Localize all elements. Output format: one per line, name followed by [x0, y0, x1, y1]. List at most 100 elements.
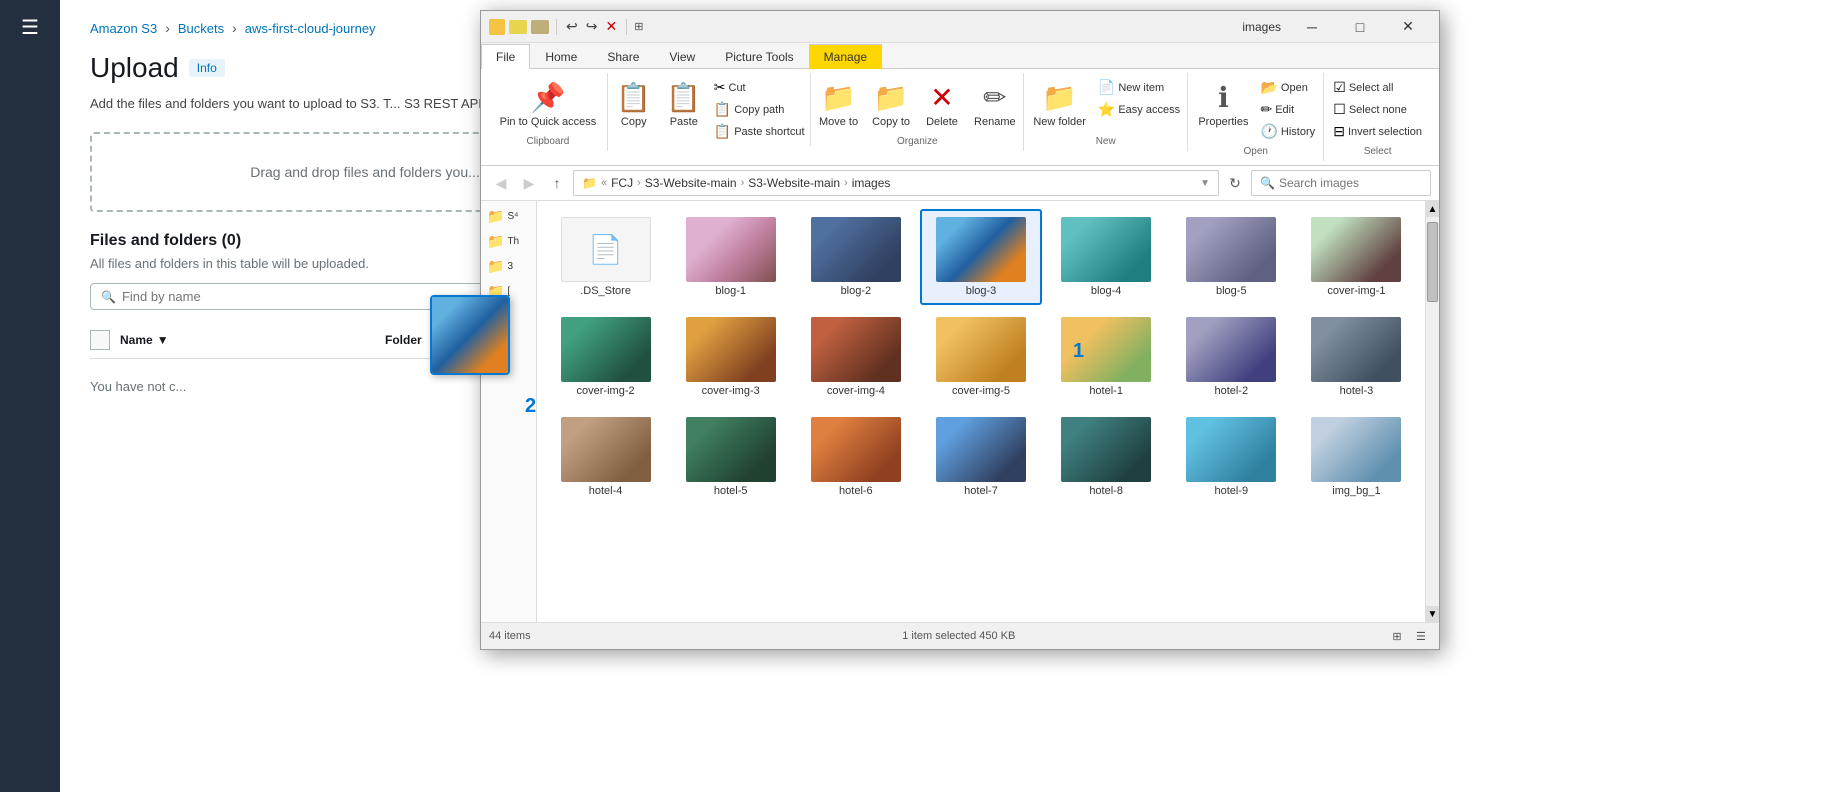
file-item-hotel-3[interactable]: hotel-3 [1296, 309, 1417, 405]
maximize-button[interactable]: □ [1337, 12, 1383, 42]
file-item-hotel-6[interactable]: hotel-6 [795, 409, 916, 505]
paste-button[interactable]: 📋 Paste [660, 77, 708, 132]
tab-picture-tools[interactable]: Picture Tools [710, 44, 808, 69]
properties-button[interactable]: ℹ Properties [1192, 77, 1254, 132]
select-none-button[interactable]: ☐ Select none [1329, 99, 1426, 120]
paste-shortcut-button[interactable]: 📋 Paste shortcut [710, 121, 809, 142]
new-col: 📄 New item ⭐ Easy access [1094, 77, 1184, 120]
path-images[interactable]: images [852, 176, 891, 190]
organize-buttons: 📁 Move to 📁 Copy to ✕ Delete ✏ Rename [813, 77, 1022, 132]
tab-home[interactable]: Home [530, 44, 592, 69]
open-buttons: ℹ Properties 📂 Open ✏ Edit 🕐 [1192, 77, 1319, 142]
undo-icon[interactable]: ↩ [564, 18, 580, 35]
file-thumb-cover-1 [1311, 217, 1401, 282]
list-view-button[interactable]: ⊞ [1387, 626, 1407, 646]
open-button[interactable]: 📂 Open [1256, 77, 1319, 98]
file-name-cover-2: cover-img-2 [577, 385, 635, 397]
breadcrumb-s3[interactable]: Amazon S3 [90, 21, 157, 36]
file-item-ds-store[interactable]: 📄 .DS_Store [545, 209, 666, 305]
scroll-track[interactable] [1426, 217, 1439, 606]
scroll-thumb[interactable] [1427, 222, 1438, 302]
new-item-icon: 📄 [1098, 79, 1115, 96]
file-item-hotel-5[interactable]: hotel-5 [670, 409, 791, 505]
ribbon-tabs: File Home Share View Picture Tools Manag… [481, 43, 1439, 69]
copy-button[interactable]: 📋 Copy [610, 77, 658, 132]
tab-file[interactable]: File [481, 44, 530, 69]
file-item-hotel-8[interactable]: hotel-8 [1046, 409, 1167, 505]
file-item-cover-2[interactable]: cover-img-2 [545, 309, 666, 405]
up-button[interactable]: ↑ [545, 171, 569, 195]
nav-item-s4[interactable]: 📁 S⁴ [483, 205, 534, 228]
move-to-button[interactable]: 📁 Move to [813, 77, 864, 132]
path-s3main-2[interactable]: S3-Website-main [748, 176, 840, 190]
copy-path-button[interactable]: 📋 Copy path [710, 99, 809, 120]
tab-view[interactable]: View [654, 44, 710, 69]
details-view-button[interactable]: ☰ [1411, 626, 1431, 646]
file-item-blog-2[interactable]: blog-2 [795, 209, 916, 305]
rename-button[interactable]: ✏ Rename [968, 77, 1022, 132]
invert-selection-button[interactable]: ⊟ Invert selection [1329, 121, 1426, 142]
redo-icon[interactable]: ↪ [584, 18, 600, 35]
tab-manage[interactable]: Manage [809, 44, 882, 69]
search-box-input[interactable] [1279, 176, 1419, 190]
pin-quick-access-button[interactable]: 📌 Pin to Quick access [494, 77, 603, 132]
file-item-cover-4[interactable]: cover-img-4 [795, 309, 916, 405]
file-item-cover-1[interactable]: cover-img-1 [1296, 209, 1417, 305]
scroll-up-button[interactable]: ▲ [1426, 201, 1439, 217]
file-name-hotel-4: hotel-4 [589, 485, 623, 497]
path-s3main-1[interactable]: S3-Website-main [645, 176, 737, 190]
clipboard-col: ✂ Cut 📋 Copy path 📋 Paste shortcut [710, 77, 809, 142]
scrollbar[interactable]: ▲ ▼ [1425, 201, 1439, 622]
drag-preview-image [432, 297, 508, 373]
address-path[interactable]: 📁 « FCJ › S3-Website-main › S3-Website-m… [573, 170, 1219, 196]
select-all-button[interactable]: ☑ Select all [1329, 77, 1426, 98]
path-fcj[interactable]: FCJ [611, 176, 633, 190]
search-box[interactable]: 🔍 [1251, 170, 1431, 196]
close-button[interactable]: ✕ [1385, 12, 1431, 42]
copy-to-button[interactable]: 📁 Copy to [866, 77, 916, 132]
tab-share[interactable]: Share [592, 44, 654, 69]
file-item-hotel-2[interactable]: hotel-2 [1171, 309, 1292, 405]
file-item-hotel-9[interactable]: hotel-9 [1171, 409, 1292, 505]
breadcrumb-buckets[interactable]: Buckets [178, 21, 224, 36]
nav-folder-icon-3: 📁 [487, 258, 504, 275]
select-all-label: Select all [1349, 82, 1394, 94]
file-item-hotel-4[interactable]: hotel-4 [545, 409, 666, 505]
path-dropdown-icon[interactable]: ▼ [1200, 178, 1210, 189]
info-badge[interactable]: Info [189, 59, 225, 77]
delete-icon[interactable]: ✕ [603, 18, 619, 35]
breadcrumb-bucket-name[interactable]: aws-first-cloud-journey [245, 21, 376, 36]
easy-access-button[interactable]: ⭐ Easy access [1094, 99, 1184, 120]
file-thumb-cover-5 [936, 317, 1026, 382]
copy-path-label: Copy path [734, 104, 784, 116]
file-item-cover-5[interactable]: cover-img-5 [920, 309, 1041, 405]
search-input[interactable] [122, 289, 322, 304]
menu-icon[interactable]: ☰ [21, 15, 39, 40]
delete-button[interactable]: ✕ Delete [918, 77, 966, 132]
nav-item-th[interactable]: 📁 Th [483, 230, 534, 253]
file-item-blog-4[interactable]: blog-4 [1046, 209, 1167, 305]
file-item-blog-3[interactable]: blog-3 [920, 209, 1041, 305]
edit-button[interactable]: ✏ Edit [1256, 99, 1319, 120]
pin-label: Pin to Quick access [500, 116, 597, 128]
select-all-checkbox[interactable] [90, 330, 110, 350]
view-controls: ⊞ ☰ [1387, 626, 1431, 646]
file-name-hotel-6: hotel-6 [839, 485, 873, 497]
minimize-button[interactable]: ─ [1289, 12, 1335, 42]
new-item-button[interactable]: 📄 New item [1094, 77, 1184, 98]
properties-icon-titlebar[interactable]: ⊞ [634, 20, 643, 33]
sort-icon[interactable]: ▼ [157, 333, 169, 347]
file-item-blog-5[interactable]: blog-5 [1171, 209, 1292, 305]
new-label: New [1096, 132, 1116, 147]
file-item-hotel-7[interactable]: hotel-7 [920, 409, 1041, 505]
nav-item-3[interactable]: 📁 3 [483, 255, 534, 278]
file-item-hotel-1[interactable]: hotel-1 [1046, 309, 1167, 405]
new-folder-button[interactable]: 📁 New folder [1027, 77, 1092, 132]
cut-button[interactable]: ✂ Cut [710, 77, 809, 98]
file-item-imgbg-1[interactable]: img_bg_1 [1296, 409, 1417, 505]
file-item-blog-1[interactable]: blog-1 [670, 209, 791, 305]
scroll-down-button[interactable]: ▼ [1426, 606, 1439, 622]
history-button[interactable]: 🕐 History [1256, 121, 1319, 142]
file-item-cover-3[interactable]: cover-img-3 [670, 309, 791, 405]
refresh-button[interactable]: ↻ [1223, 171, 1247, 195]
